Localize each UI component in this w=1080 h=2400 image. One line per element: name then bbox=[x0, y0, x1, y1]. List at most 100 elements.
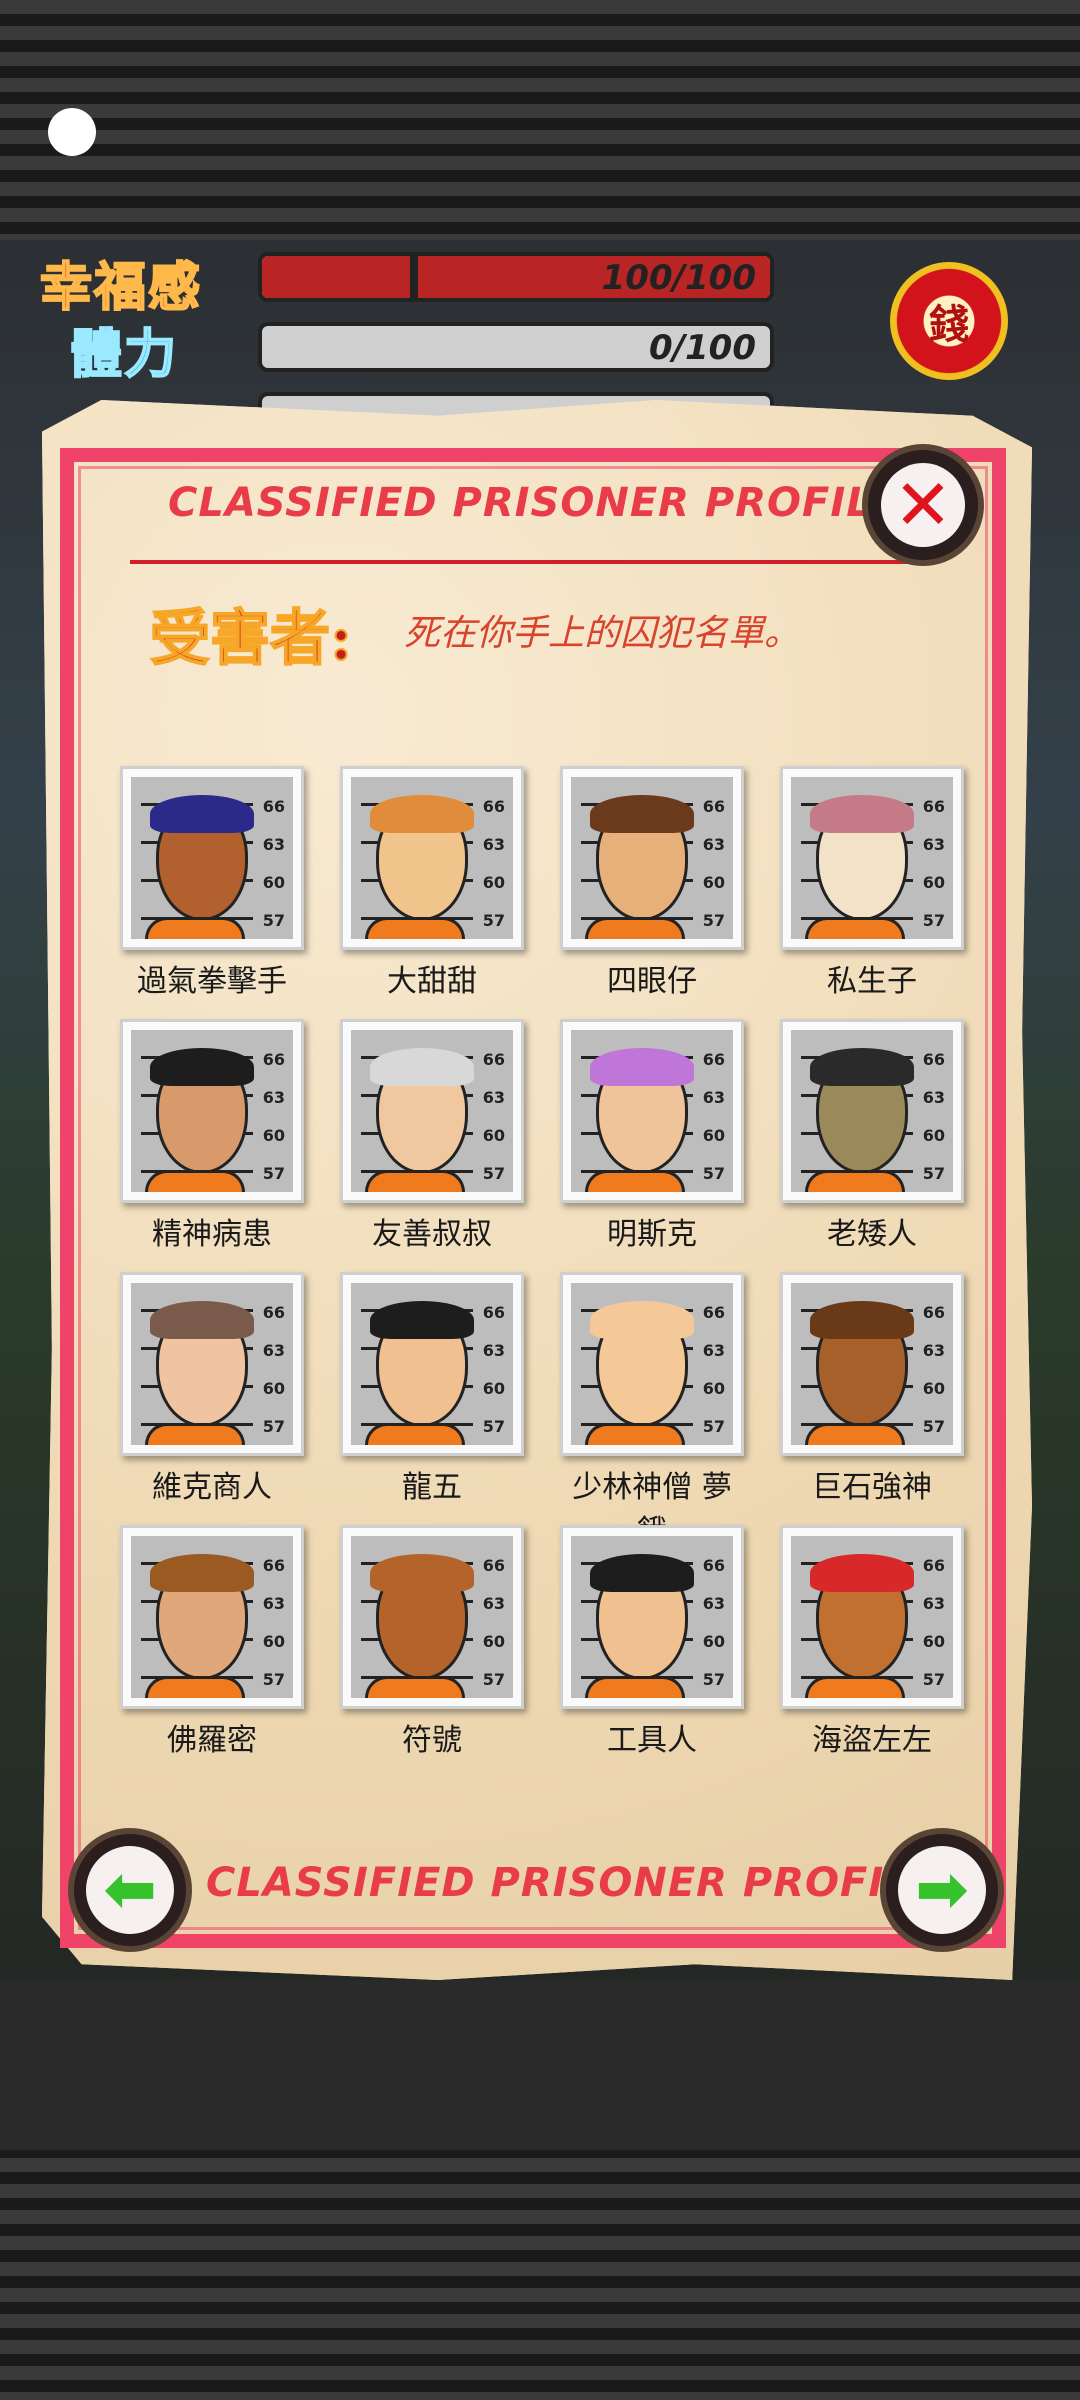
prisoner-card[interactable]: 66 63 60 57 老矮人 bbox=[780, 1019, 970, 1272]
stamina-label: 體力 bbox=[69, 323, 179, 386]
prisoner-name: 龍五 bbox=[402, 1470, 462, 1505]
prisoner-mugshot: 66 63 60 57 bbox=[340, 766, 524, 950]
status-indicator bbox=[48, 108, 96, 156]
prisoner-mugshot: 66 63 60 57 bbox=[340, 1272, 524, 1456]
prisoner-uniform bbox=[585, 1423, 685, 1445]
height-number: 66 bbox=[482, 1556, 505, 1575]
prisoner-name: 海盜左左 bbox=[812, 1723, 932, 1758]
prisoner-card[interactable]: 66 63 60 57 友善叔叔 bbox=[340, 1019, 530, 1272]
height-number: 63 bbox=[482, 1341, 505, 1360]
stamina-value: 0/100 bbox=[648, 328, 756, 368]
height-number: 60 bbox=[482, 1632, 505, 1651]
prisoner-card[interactable]: 66 63 60 57 明斯克 bbox=[560, 1019, 750, 1272]
prisoner-card[interactable]: 66 63 60 57 龍五 bbox=[340, 1272, 530, 1525]
height-number: 60 bbox=[482, 873, 505, 892]
height-number: 57 bbox=[262, 1417, 285, 1436]
prisoner-mugshot: 66 63 60 57 bbox=[340, 1525, 524, 1709]
prisoner-card[interactable]: 66 63 60 57 海盜左左 bbox=[780, 1525, 970, 1778]
prisoner-card[interactable]: 66 63 60 57 巨石強神 bbox=[780, 1272, 970, 1525]
prisoner-card[interactable]: 66 63 60 57 工具人 bbox=[560, 1525, 750, 1778]
prisoner-mugshot: 66 63 60 57 bbox=[560, 1272, 744, 1456]
height-number: 60 bbox=[262, 873, 285, 892]
stamina-bar: 0/100 bbox=[258, 322, 774, 372]
previous-page-button[interactable]: ⬅ bbox=[68, 1828, 192, 1952]
prisoner-card[interactable]: 66 63 60 57 維克商人 bbox=[120, 1272, 310, 1525]
height-number: 66 bbox=[922, 1556, 945, 1575]
prisoner-hair bbox=[590, 1048, 694, 1086]
height-number: 57 bbox=[922, 1670, 945, 1689]
prisoner-uniform bbox=[805, 917, 905, 939]
prisoner-hair bbox=[590, 1554, 694, 1592]
height-number: 60 bbox=[922, 1126, 945, 1145]
close-icon: ✕ bbox=[881, 463, 965, 547]
prisoner-hair bbox=[150, 1554, 254, 1592]
height-number: 60 bbox=[702, 1126, 725, 1145]
prisoner-name: 友善叔叔 bbox=[372, 1217, 492, 1252]
bar-divider bbox=[410, 256, 418, 298]
prisoner-name: 大甜甜 bbox=[387, 964, 477, 999]
prisoner-card[interactable]: 66 63 60 57 佛羅密 bbox=[120, 1525, 310, 1778]
height-number: 63 bbox=[262, 1088, 285, 1107]
height-number: 57 bbox=[702, 911, 725, 930]
prisoner-uniform bbox=[805, 1423, 905, 1445]
prisoner-mugshot: 66 63 60 57 bbox=[560, 766, 744, 950]
prisoner-card[interactable]: 66 63 60 57 四眼仔 bbox=[560, 766, 750, 1019]
prisoner-card[interactable]: 66 63 60 57 大甜甜 bbox=[340, 766, 530, 1019]
prisoner-uniform bbox=[585, 1676, 685, 1698]
height-number: 57 bbox=[702, 1164, 725, 1183]
height-number: 66 bbox=[262, 797, 285, 816]
height-number: 57 bbox=[922, 911, 945, 930]
height-number: 66 bbox=[482, 797, 505, 816]
happiness-bar: 100/100 bbox=[258, 252, 774, 302]
height-number: 60 bbox=[702, 1632, 725, 1651]
prisoner-card[interactable]: 66 63 60 57 精神病患 bbox=[120, 1019, 310, 1272]
height-number: 63 bbox=[482, 1088, 505, 1107]
money-button[interactable]: 錢 bbox=[890, 262, 1008, 380]
height-number: 63 bbox=[262, 1341, 285, 1360]
prisoner-uniform bbox=[805, 1676, 905, 1698]
prisoner-mugshot: 66 63 60 57 bbox=[560, 1525, 744, 1709]
happiness-label: 幸福感 bbox=[39, 256, 203, 319]
height-number: 60 bbox=[262, 1632, 285, 1651]
next-page-button[interactable]: ➡ bbox=[880, 1828, 1004, 1952]
prisoner-name: 維克商人 bbox=[152, 1470, 272, 1505]
arrow-right-icon: ➡ bbox=[898, 1846, 986, 1934]
prisoner-uniform bbox=[805, 1170, 905, 1192]
prisoner-uniform bbox=[365, 1676, 465, 1698]
height-number: 57 bbox=[262, 911, 285, 930]
height-number: 60 bbox=[922, 1632, 945, 1651]
height-number: 57 bbox=[922, 1164, 945, 1183]
height-number: 66 bbox=[922, 1050, 945, 1069]
prisoner-name: 明斯克 bbox=[607, 1217, 697, 1252]
prisoner-card[interactable]: 66 63 60 57 過氣拳擊手 bbox=[120, 766, 310, 1019]
height-number: 66 bbox=[262, 1303, 285, 1322]
prisoner-mugshot: 66 63 60 57 bbox=[780, 1019, 964, 1203]
height-number: 63 bbox=[922, 1088, 945, 1107]
height-number: 66 bbox=[262, 1556, 285, 1575]
prisoner-name: 工具人 bbox=[607, 1723, 697, 1758]
height-number: 60 bbox=[262, 1379, 285, 1398]
height-number: 66 bbox=[702, 797, 725, 816]
height-number: 66 bbox=[702, 1556, 725, 1575]
height-number: 63 bbox=[702, 1341, 725, 1360]
prisoner-mugshot: 66 63 60 57 bbox=[780, 766, 964, 950]
prisoner-uniform bbox=[145, 1676, 245, 1698]
panel-title: CLASSIFIED PRISONER PROFILE bbox=[168, 480, 902, 526]
prisoner-card[interactable]: 66 63 60 57 符號 bbox=[340, 1525, 530, 1778]
prisoner-hair bbox=[370, 795, 474, 833]
prisoner-uniform bbox=[145, 1170, 245, 1192]
prisoner-card[interactable]: 66 63 60 57 私生子 bbox=[780, 766, 970, 1019]
prisoner-name: 精神病患 bbox=[152, 1217, 272, 1252]
close-button[interactable]: ✕ bbox=[862, 444, 984, 566]
prisoner-uniform bbox=[145, 917, 245, 939]
prisoner-name: 私生子 bbox=[827, 964, 917, 999]
height-number: 57 bbox=[702, 1670, 725, 1689]
height-number: 57 bbox=[482, 911, 505, 930]
prisoner-uniform bbox=[145, 1423, 245, 1445]
prisoner-card[interactable]: 66636057少林神僧 夢餓 bbox=[560, 1272, 750, 1549]
prisoner-hair bbox=[810, 1554, 914, 1592]
prisoner-hair bbox=[590, 795, 694, 833]
height-number: 63 bbox=[922, 1594, 945, 1613]
prisoner-mugshot: 66 63 60 57 bbox=[560, 1019, 744, 1203]
prisoner-hair bbox=[370, 1554, 474, 1592]
